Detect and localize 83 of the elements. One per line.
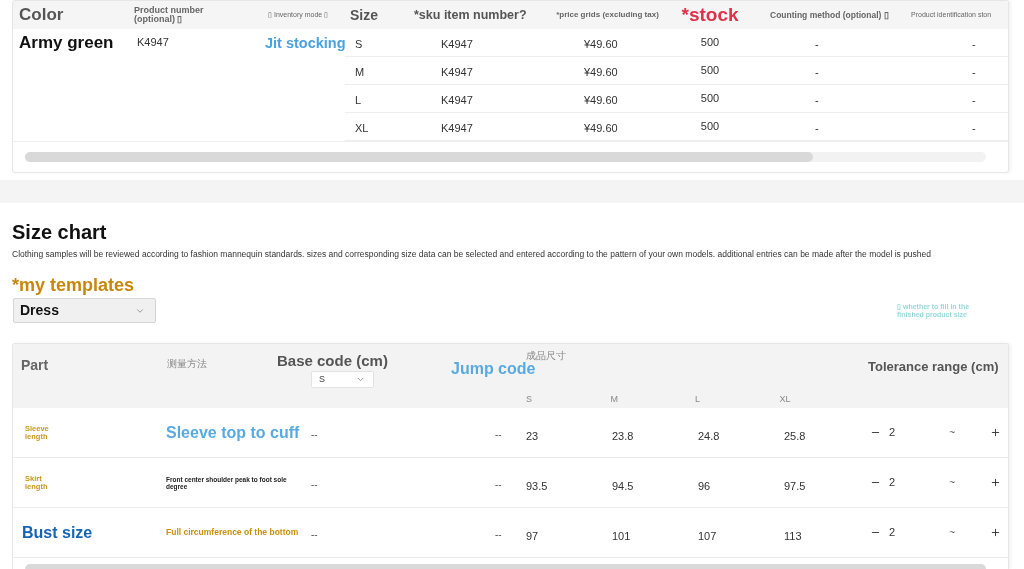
table-cell: ¥49.60	[584, 121, 618, 134]
table-cell: K4947	[441, 93, 473, 106]
measurement-method: Sleeve top to cuff	[166, 422, 301, 443]
column-header: Color	[19, 4, 64, 27]
table-cell: K4947	[441, 65, 473, 78]
tolerance-separator: ~	[949, 476, 955, 490]
plus-icon[interactable]	[989, 527, 1001, 538]
table-cell: -	[815, 93, 819, 106]
table-cell: ¥49.60	[584, 37, 618, 50]
column-header: L	[695, 394, 700, 404]
tolerance-value: 2	[889, 425, 896, 441]
table-cell: 24.8	[698, 429, 720, 442]
column-header: *sku item number?	[414, 6, 527, 24]
table-cell: XL	[355, 121, 369, 134]
table-cell: 113	[784, 529, 802, 542]
table-cell-text: 500	[700, 63, 720, 79]
table-cell: ¥49.60	[584, 65, 618, 78]
table-cell: 96	[698, 479, 711, 492]
table-cell: 107	[698, 529, 717, 542]
table-cell-text: Jit stocking	[265, 33, 346, 53]
table-cell: K4947	[441, 37, 473, 50]
table-cell: --	[495, 528, 502, 540]
column-header: *stock	[681, 2, 739, 27]
column-header: 成品尺寸	[526, 350, 566, 361]
table-cell: 23	[526, 429, 539, 442]
column-header: M	[610, 394, 618, 404]
column-header: 测量方法	[167, 358, 207, 369]
table-cell: --	[311, 428, 318, 440]
plus-icon[interactable]	[989, 477, 1001, 488]
scrollbar-thumb[interactable]	[25, 152, 813, 162]
section-description: Clothing samples will be reviewed according to fashion mannequin standards. sizes and corresponding size data can be selected and entered according to the pattern of your own models. additional entries can be made after the model is pushed	[12, 249, 932, 259]
table-cell-text: 500	[700, 119, 720, 135]
templates-label: *my templates	[12, 274, 135, 296]
table-cell-text: 500	[700, 35, 720, 51]
table-cell: 94.5	[612, 479, 634, 492]
table-cell: M	[355, 65, 365, 78]
scrollbar[interactable]	[25, 152, 986, 162]
column-header: *price grids (excluding tax)	[555, 11, 660, 19]
plus-icon[interactable]	[989, 427, 1001, 438]
table-cell-text: 500	[700, 91, 720, 107]
base-size-select[interactable]: S	[311, 371, 374, 388]
table-cell: 97.5	[784, 479, 806, 492]
table-cell: --	[495, 478, 502, 490]
column-header: Jump code	[451, 361, 536, 377]
tolerance-separator: ~	[949, 426, 955, 440]
table-cell-text: K4947	[137, 34, 169, 50]
column-header: Size	[350, 5, 378, 25]
table-cell: -	[815, 65, 819, 78]
table-cell: -	[972, 93, 976, 106]
section-title: Size chart	[12, 220, 107, 244]
table-cell: --	[311, 528, 318, 540]
tolerance-separator: ~	[949, 526, 955, 540]
table-cell: K4947	[441, 121, 473, 134]
measurement-method: Full circumference of the bottom	[166, 526, 300, 539]
column-header: Counting method (optional) ▯	[770, 8, 889, 22]
table-cell: -	[972, 65, 976, 78]
tolerance-value: 2	[889, 475, 896, 491]
template-dropdown[interactable]: Dress	[13, 298, 156, 323]
table-cell-text: Army green	[19, 32, 114, 55]
tolerance-value: 2	[889, 525, 896, 541]
column-header: Product number (optional) ▯	[134, 6, 205, 24]
column-header: Base code (cm)	[277, 352, 388, 370]
column-header: Part	[21, 357, 49, 373]
chevron-down-icon	[356, 375, 365, 384]
column-header: S	[526, 394, 532, 404]
column-header: Tolerance range (cm)	[868, 359, 999, 374]
table-cell: -	[972, 37, 976, 50]
table-cell: 25.8	[784, 429, 806, 442]
table-cell: 101	[612, 529, 631, 542]
table-cell: 93.5	[526, 479, 548, 492]
table-cell: -	[972, 121, 976, 134]
table-cell: --	[311, 478, 318, 490]
table-cell: -	[815, 37, 819, 50]
table-cell: --	[495, 428, 502, 440]
table-cell: L	[355, 93, 362, 106]
table-cell: S	[355, 37, 363, 50]
table-cell: 23.8	[612, 429, 634, 442]
part-label: Bust size	[22, 522, 94, 543]
table-cell: ¥49.60	[584, 93, 618, 106]
column-header: XL	[779, 394, 791, 404]
table-cell: -	[815, 121, 819, 134]
scrollbar[interactable]	[25, 564, 986, 569]
table-cell: 97	[526, 529, 539, 542]
